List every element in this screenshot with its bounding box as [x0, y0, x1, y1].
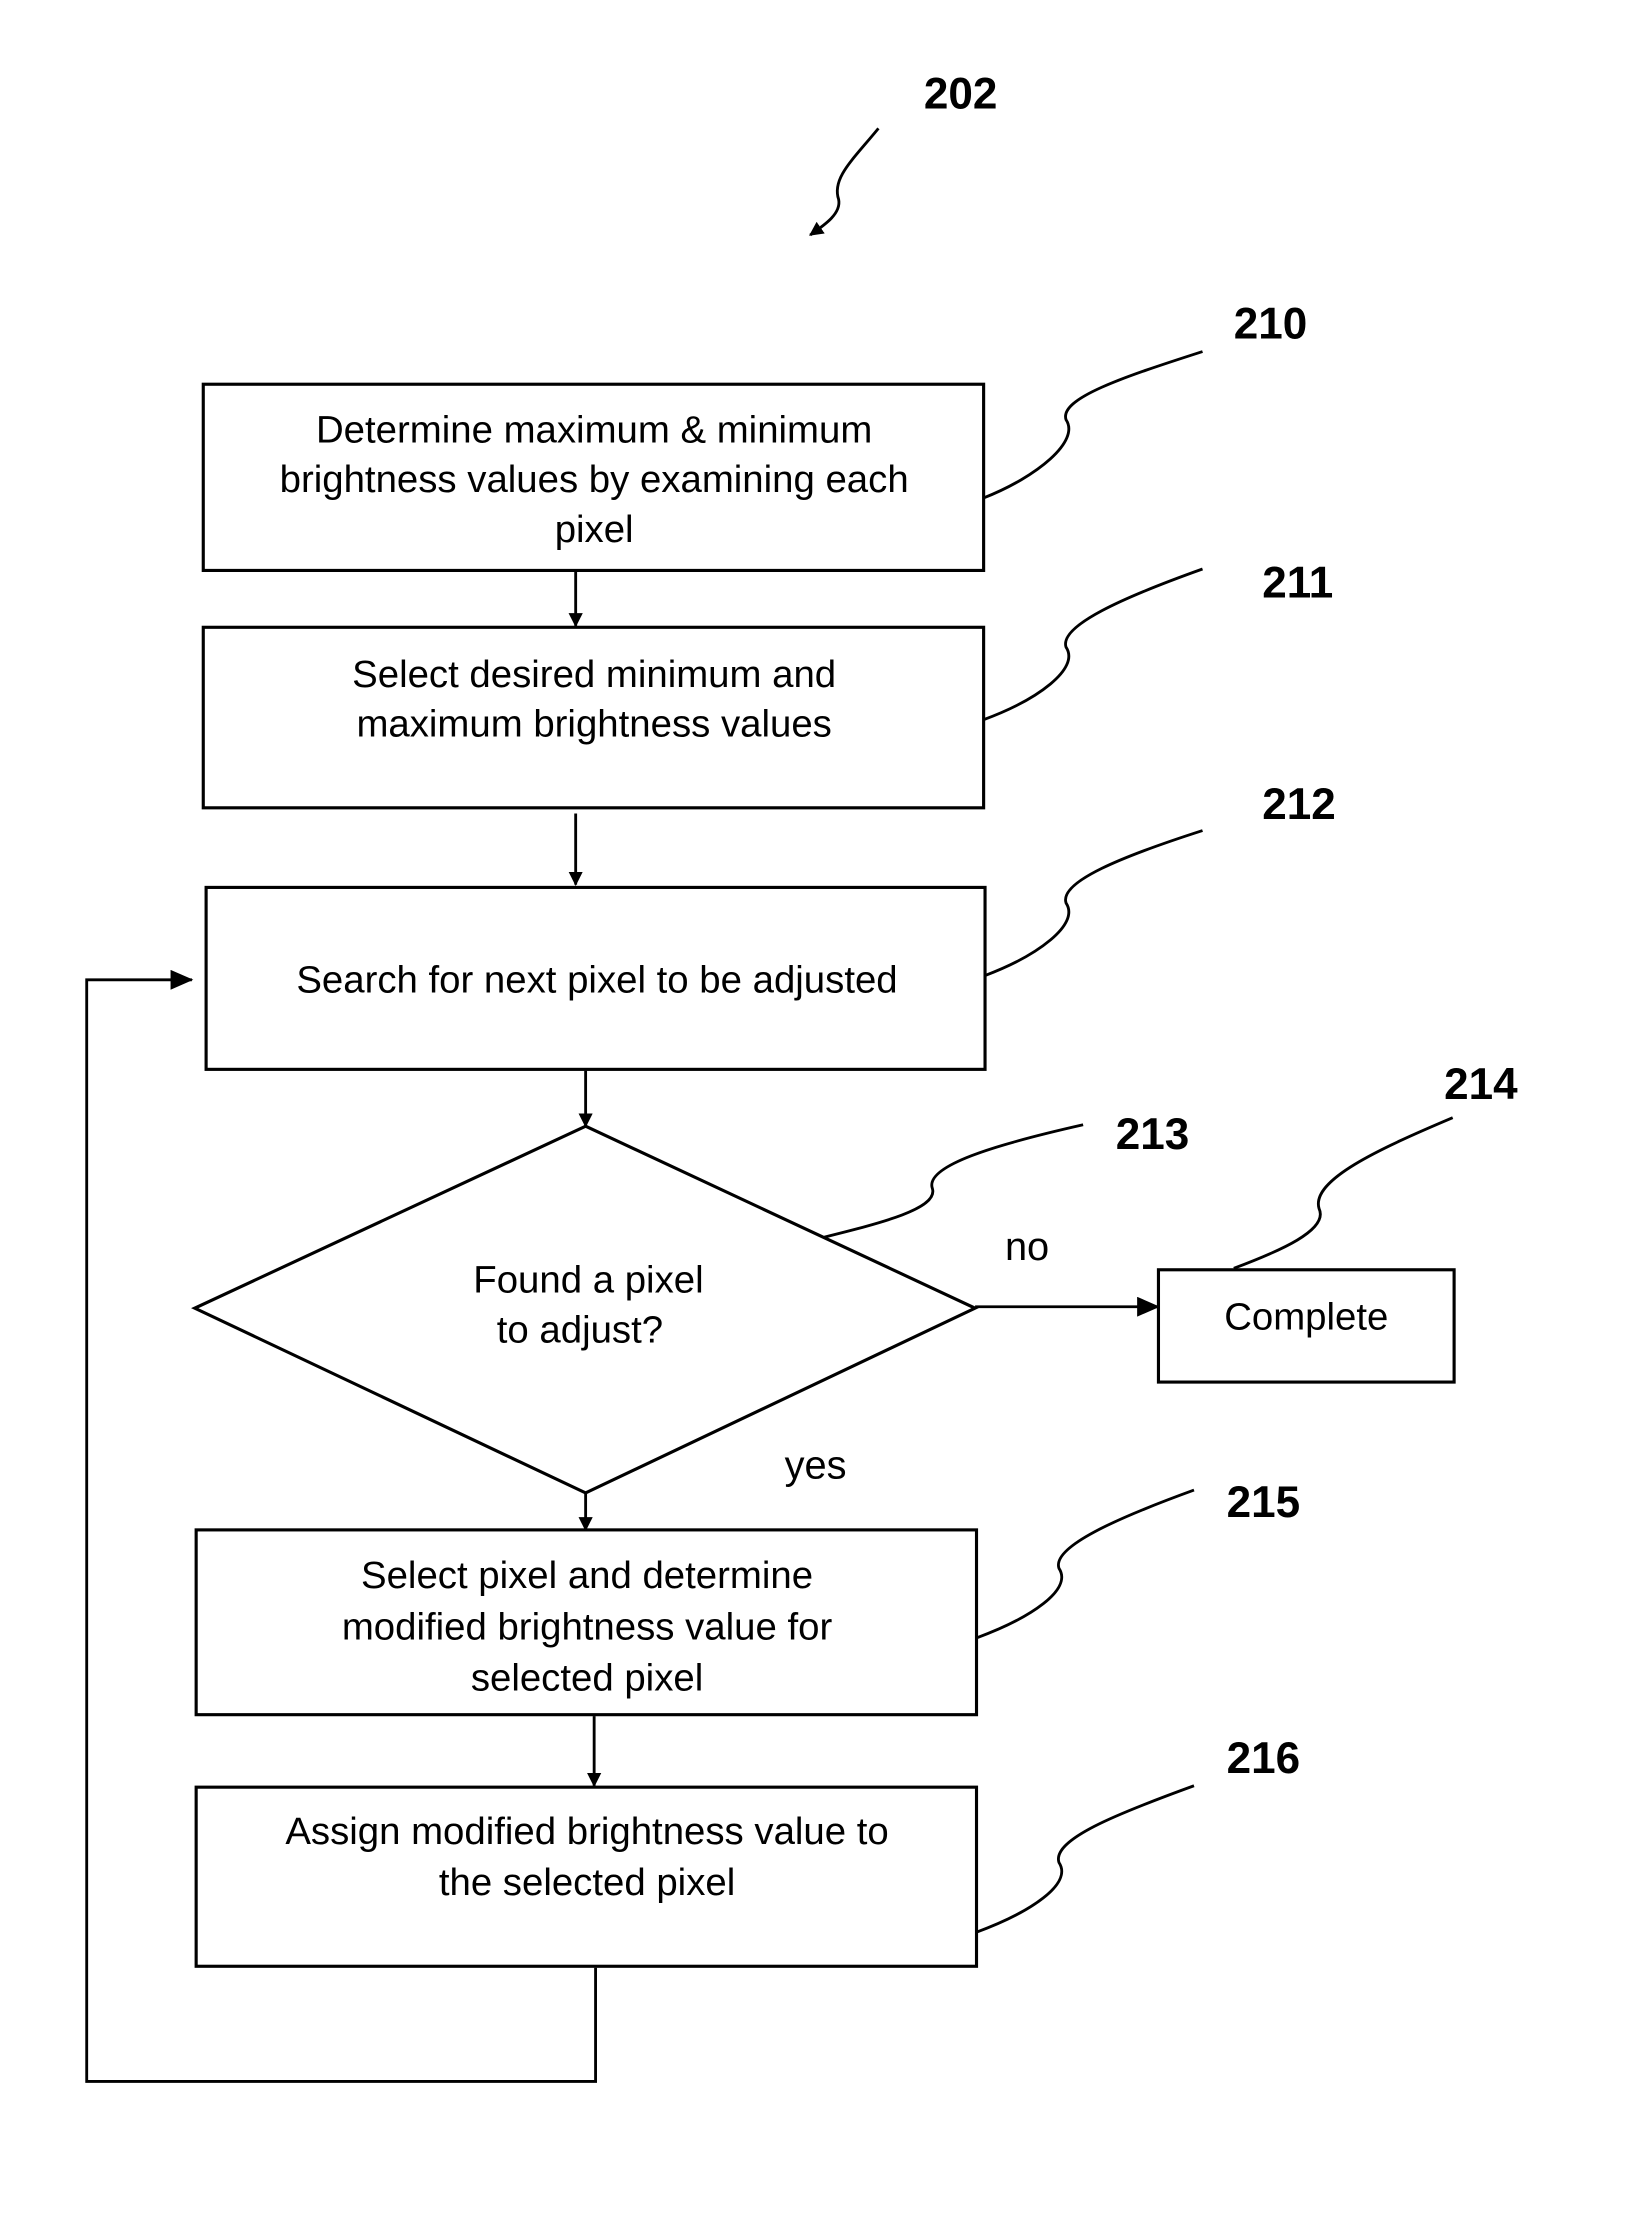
- step-212-ref: 212: [1262, 780, 1336, 829]
- step-210-line-3: pixel: [555, 508, 634, 551]
- decision-213-line-2: to adjust?: [497, 1308, 663, 1351]
- step-211: Select desired minimum and maximum brigh…: [201, 558, 1333, 810]
- step-216-ref: 216: [1227, 1734, 1301, 1783]
- step-210-ref: 210: [1234, 300, 1308, 349]
- step-216: Assign modified brightness value to the …: [194, 1734, 1301, 1968]
- step-215-leader: [976, 1488, 1195, 1640]
- step-210-leader: [983, 350, 1203, 500]
- step-215-line-1: Select pixel and determine: [361, 1554, 813, 1597]
- step-215-line-2: modified brightness value for: [342, 1605, 833, 1648]
- step-212: Search for next pixel to be adjusted 212: [204, 780, 1336, 1071]
- decision-213-line-1: Found a pixel: [473, 1259, 703, 1302]
- branch-label-yes: yes: [785, 1444, 847, 1488]
- decision-213-leader: [824, 1123, 1084, 1239]
- terminal-214-label: Complete: [1224, 1295, 1388, 1338]
- step-210-line-1: Determine maximum & minimum: [316, 409, 872, 452]
- branch-label-no: no: [1005, 1225, 1049, 1269]
- terminal-214: Complete 214: [1156, 1060, 1518, 1384]
- step-210-line-2: brightness values by examining each: [280, 458, 909, 501]
- step-215-line-3: selected pixel: [471, 1657, 703, 1700]
- step-212-line-1: Search for next pixel to be adjusted: [296, 959, 897, 1002]
- terminal-214-leader: [1233, 1116, 1454, 1270]
- step-216-leader: [976, 1784, 1195, 1934]
- step-211-leader: [983, 567, 1203, 722]
- step-216-line-1: Assign modified brightness value to: [285, 1810, 888, 1853]
- step-212-leader: [984, 829, 1203, 977]
- step-211-line-1: Select desired minimum and: [352, 653, 836, 696]
- figure-ref-202: 202: [924, 69, 998, 118]
- step-210: Determine maximum & minimum brightness v…: [201, 300, 1308, 573]
- step-211-line-2: maximum brightness values: [356, 703, 831, 746]
- figure-ref-arrow: [809, 127, 880, 237]
- step-216-line-2: the selected pixel: [439, 1861, 735, 1904]
- terminal-214-ref: 214: [1444, 1060, 1518, 1109]
- step-215: Select pixel and determine modified brig…: [194, 1478, 1301, 1717]
- flowchart: 202 Determine maximum & minimum brightne…: [85, 69, 1518, 2083]
- decision-213-ref: 213: [1116, 1110, 1190, 1159]
- decision-213: Found a pixel to adjust? 213: [191, 1110, 1190, 1495]
- step-211-ref: 211: [1262, 558, 1333, 607]
- step-215-ref: 215: [1227, 1478, 1301, 1527]
